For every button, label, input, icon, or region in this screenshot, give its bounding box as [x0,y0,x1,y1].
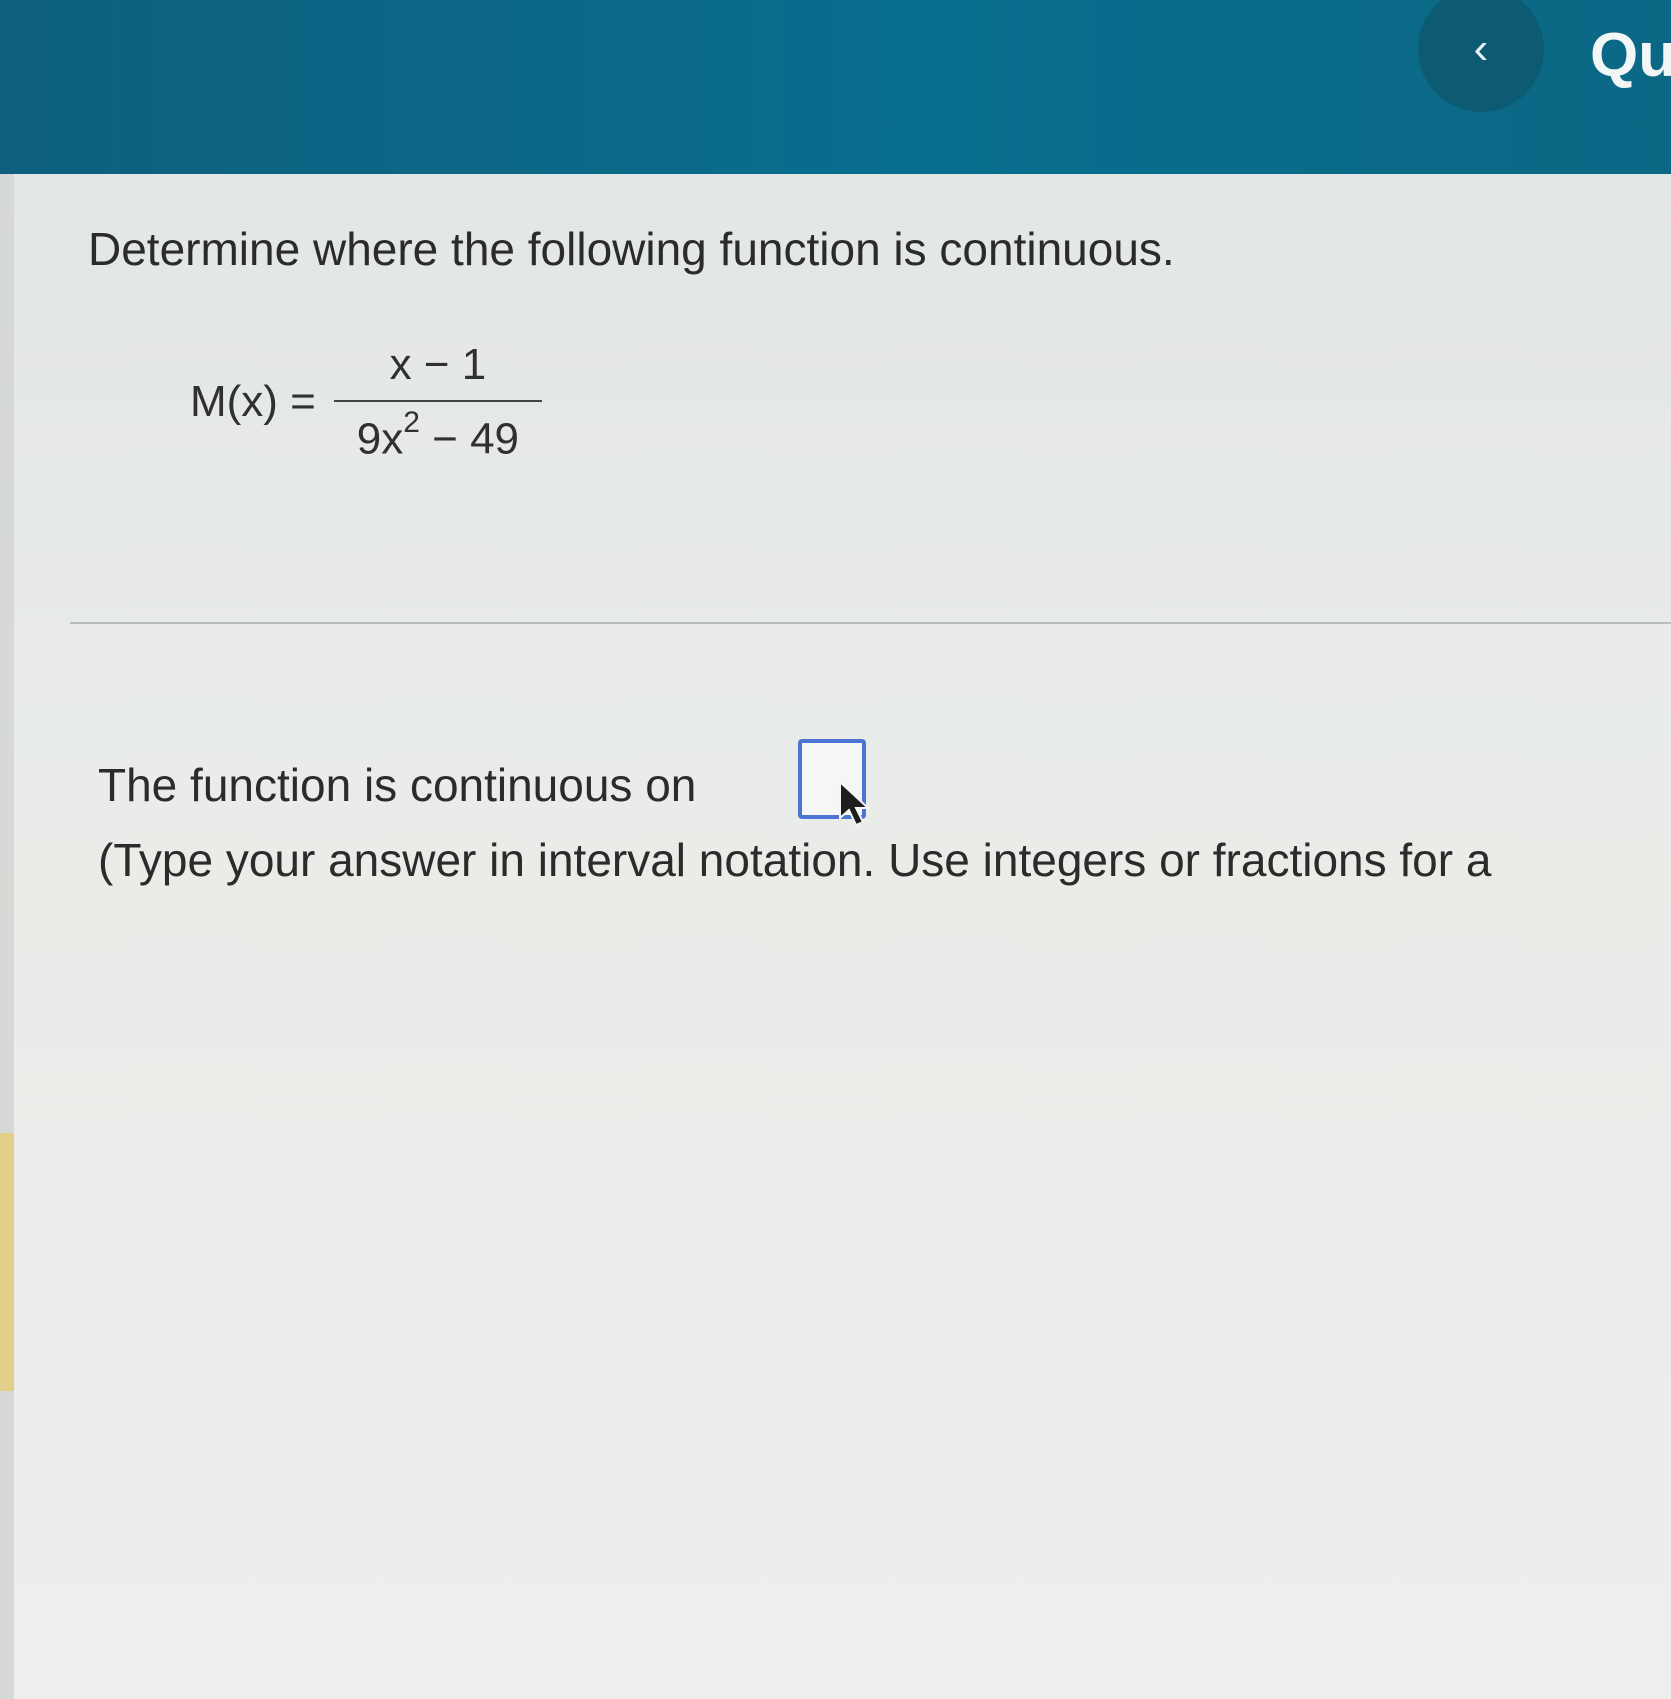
section-divider [70,622,1671,624]
back-button[interactable]: ‹ [1418,0,1544,112]
top-bar: ‹ Qu [0,0,1671,174]
numerator: x − 1 [389,340,487,389]
denominator-exponent: 2 [403,406,420,439]
fraction: x − 1 9x2 − 49 [333,340,542,465]
denominator-base: 9x [356,414,404,464]
answer-lead-text: The function is continuous on [98,759,697,811]
function-formula: M(x) = x − 1 9x2 − 49 [190,340,542,465]
mouse-pointer-icon [839,780,871,827]
header-title: Qu [1590,21,1671,90]
chevron-left-icon: ‹ [1473,24,1489,73]
denominator: 9x2 − 49 [357,402,519,465]
left-panel-edge [0,174,14,1699]
answer-hint: (Type your answer in interval notation. … [98,834,1492,886]
function-name: M(x) = [190,377,316,427]
question-prompt: Determine where the following function i… [88,223,1175,275]
denominator-rest: − 49 [419,414,520,464]
